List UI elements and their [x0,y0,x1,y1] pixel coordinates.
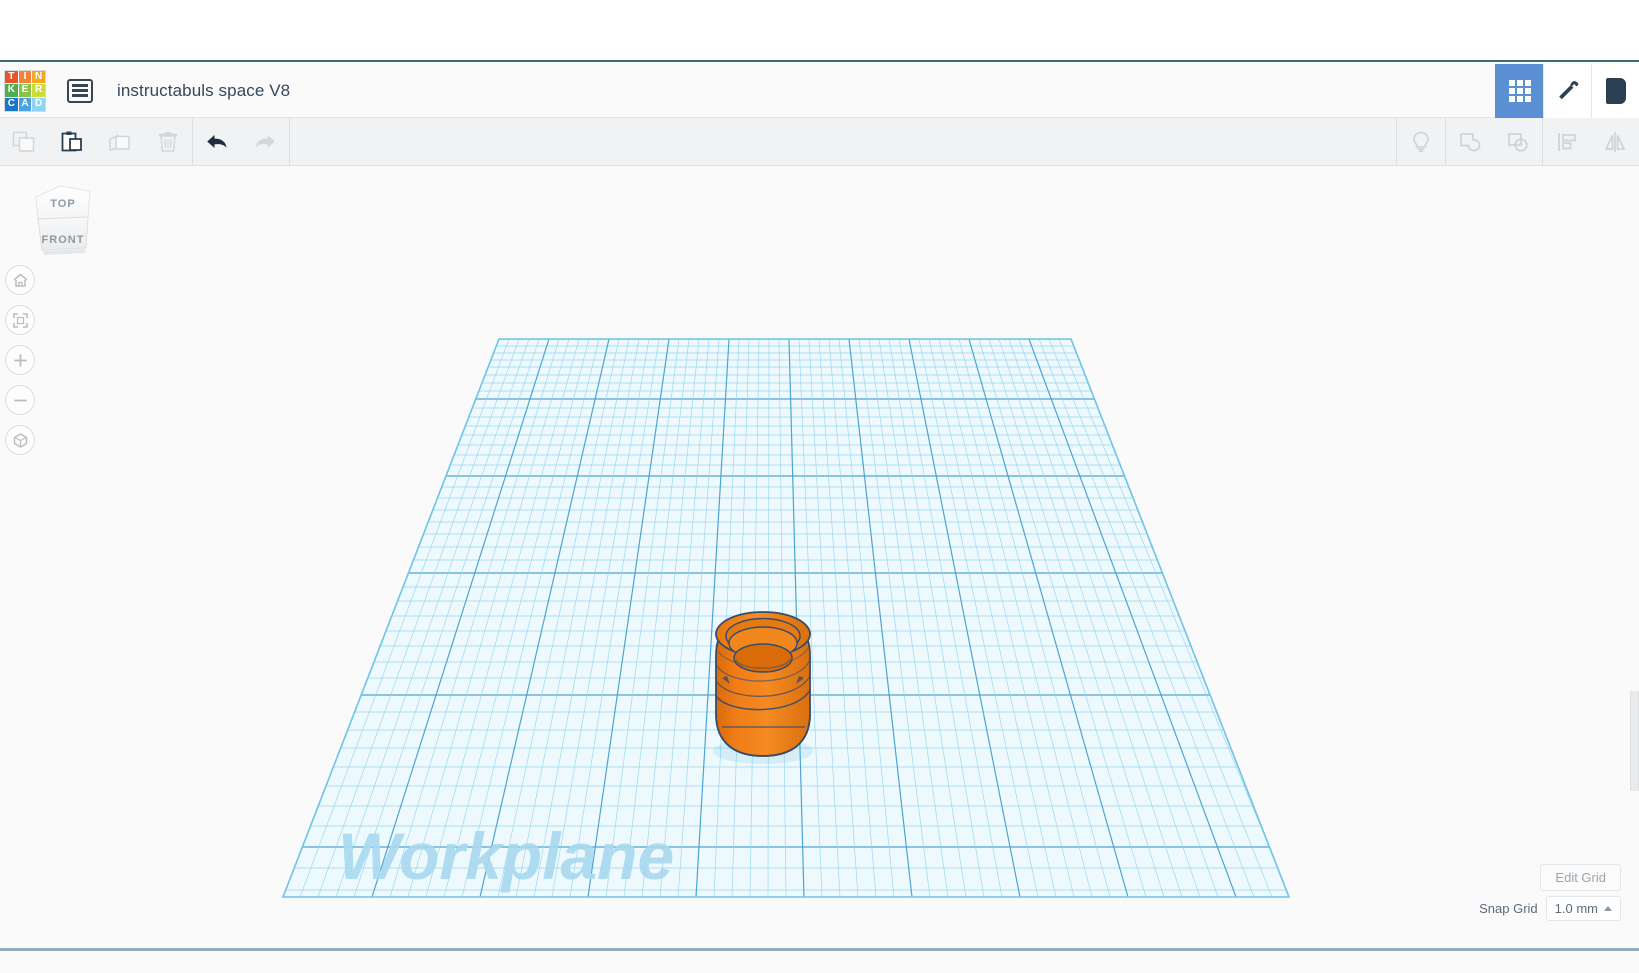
delete-button[interactable] [144,118,192,165]
logo-tile-c: C [5,97,18,111]
logo-tile-e: E [18,84,32,97]
redo-button[interactable] [241,118,289,165]
blocks-button[interactable] [1591,63,1639,118]
workplane-svg: Workplane [281,338,1291,898]
logo-tile-t: T [5,70,18,84]
3d-canvas[interactable]: Workplane [0,166,1639,948]
grid-view-button[interactable] [1495,63,1543,118]
list-document-icon[interactable] [67,78,93,103]
paste-icon [61,131,82,151]
fit-all-icon [12,312,28,328]
toolbar-divider [289,118,290,165]
caret-up-icon [1604,906,1612,911]
logo-tile-r: R [32,84,45,97]
canvas-scrollbar[interactable] [1630,691,1639,791]
copy-icon [12,131,35,152]
app-header: T I N K E R C A D instructabuls space V8 [0,63,1639,118]
align-button[interactable] [1543,118,1591,165]
copy-button[interactable] [0,118,48,165]
build-tool-button[interactable] [1543,63,1591,118]
edit-grid-button[interactable]: Edit Grid [1540,864,1621,891]
snap-grid-select[interactable]: 1.0 mm [1545,896,1621,921]
ortho-view-button[interactable] [5,425,35,455]
ungroup-icon [1508,132,1528,152]
tinkercad-app: T I N K E R C A D instructabuls space V8 [0,0,1639,973]
logo-tile-a: A [18,97,32,111]
page-title: instructabuls space V8 [117,80,291,100]
snap-grid-label: Snap Grid [1479,901,1538,916]
view-cube[interactable]: TOP FRONT [30,183,96,261]
workplane[interactable]: Workplane [0,166,1639,948]
align-icon [1558,132,1576,151]
undo-button[interactable] [193,118,241,165]
logo-tile-k: K [5,84,18,97]
paste-button[interactable] [48,118,96,165]
trash-icon [159,131,177,152]
redo-icon [255,134,275,148]
duplicate-button[interactable] [96,118,144,165]
mirror-icon [1604,131,1626,152]
group-button[interactable] [1446,118,1494,165]
edit-toolbar [0,118,1639,166]
group-icon [1460,132,1481,151]
home-view-button[interactable] [5,265,35,295]
workplane-label: Workplane [338,819,674,893]
logo-tile-n: N [32,70,45,84]
fit-view-button[interactable] [5,305,35,335]
undo-icon [207,134,227,148]
view-cube-svg [35,185,91,255]
zoom-out-button[interactable] [5,385,35,415]
grid-9-icon [1508,79,1531,102]
hammer-icon [1558,80,1579,99]
status-bar [0,948,1639,973]
ungroup-button[interactable] [1494,118,1542,165]
snap-grid-control: Snap Grid 1.0 mm [1479,896,1621,921]
mirror-button[interactable] [1591,118,1639,165]
hint-button[interactable] [1397,118,1445,165]
logo-tile-d: D [32,97,45,111]
minus-icon [13,399,27,401]
tinkercad-logo[interactable]: T I N K E R C A D [4,69,46,112]
duplicate-icon [109,133,130,151]
snap-grid-value: 1.0 mm [1554,901,1598,916]
logo-tile-i: I [18,70,32,84]
browser-top-strip [0,0,1639,62]
threaded-cylinder-object[interactable] [713,611,813,764]
lightbulb-icon [1413,131,1429,152]
plus-icon [13,353,27,367]
block-icon [1605,77,1626,104]
cube-icon [13,432,27,448]
home-icon [13,273,27,287]
zoom-in-button[interactable] [5,345,35,375]
